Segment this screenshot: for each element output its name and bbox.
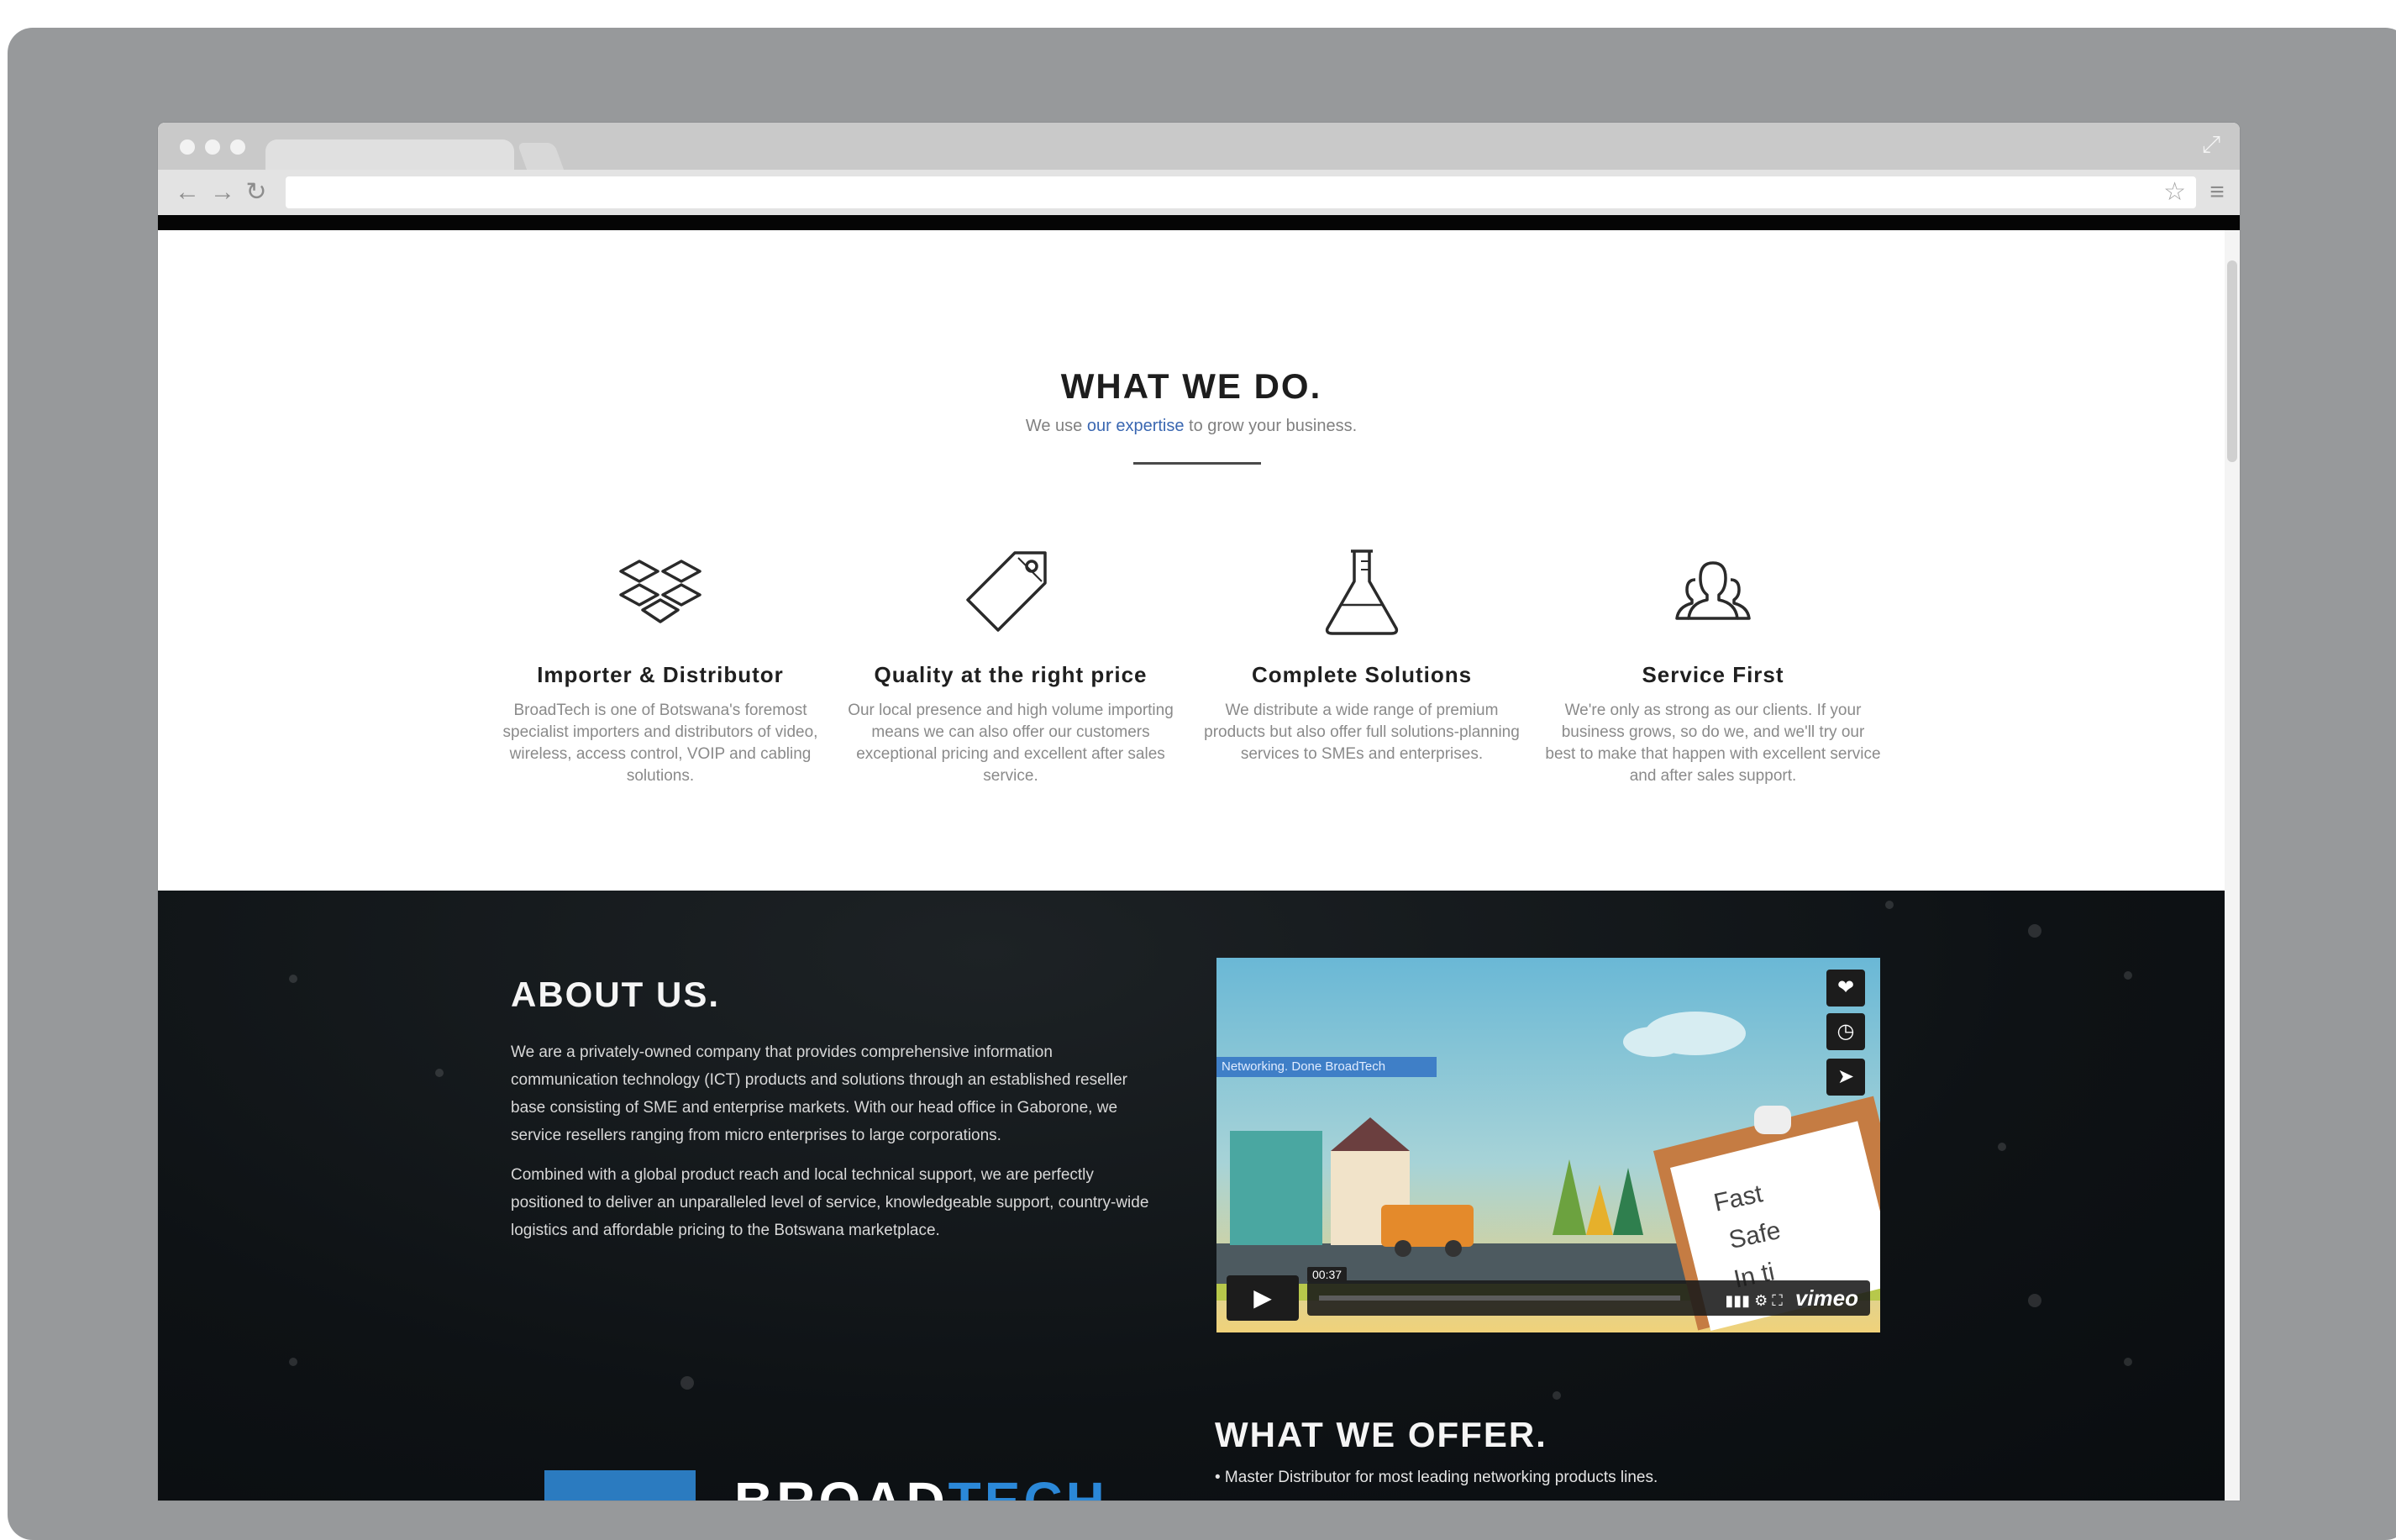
background-sparkle — [1885, 901, 1894, 909]
title-underline — [1133, 462, 1261, 465]
video-progress-bar[interactable]: ▮▮▮ ⚙ ⛶ vimeo — [1307, 1280, 1870, 1316]
feature-title: Quality at the right price — [874, 662, 1148, 687]
back-icon[interactable]: ← — [173, 176, 202, 208]
company-logo: BROADTECH — [734, 1470, 1108, 1501]
background-sparkle — [680, 1376, 694, 1390]
dropbox-boxes-icon — [619, 560, 701, 623]
background-sparkle — [435, 1069, 444, 1077]
about-paragraph: Combined with a global product reach and… — [511, 1166, 1149, 1239]
video-controls: ▶ ▮▮▮ ⚙ ⛶ vimeo 00:37 — [1227, 1267, 1870, 1321]
window-minimize-dot[interactable] — [205, 139, 220, 155]
offer-title: WHAT WE OFFER. — [1215, 1415, 1547, 1454]
volume-icon[interactable]: ▮▮▮ — [1725, 1292, 1750, 1309]
forward-icon[interactable]: → — [208, 176, 237, 208]
feature-service: Service First We're only as strong as ou… — [1545, 546, 1881, 787]
what-we-do-section: WHAT WE DO. We use our expertise to grow… — [158, 230, 2225, 891]
new-tab-button[interactable] — [517, 143, 565, 173]
about-title: ABOUT US. — [511, 975, 720, 1014]
feature-solutions: Complete Solutions We distribute a wide … — [1194, 546, 1530, 765]
scrollbar-thumb[interactable] — [2227, 260, 2237, 462]
offer-item: • Master Distributor for most leading ne… — [1215, 1469, 1658, 1486]
share-icon[interactable]: ➤ — [1826, 1059, 1865, 1096]
fullscreen-toggle-icon[interactable]: ⛶ — [1772, 1292, 1783, 1309]
video-banner: Networking. Done BroadTech — [1216, 1057, 1437, 1077]
feature-quality: Quality at the right price Our local pre… — [843, 546, 1179, 787]
feature-title: Importer & Distributor — [537, 662, 784, 687]
browser-menu-icon[interactable]: ≡ — [2203, 176, 2231, 208]
background-sparkle — [1998, 1143, 2006, 1151]
feature-text: BroadTech is one of Botswana's foremost … — [502, 702, 818, 785]
feature-text: Our local presence and high volume impor… — [848, 702, 1174, 785]
background-sparkle — [2028, 1294, 2041, 1307]
progress-track[interactable] — [1319, 1296, 1680, 1301]
reload-icon[interactable]: ↻ — [242, 176, 271, 208]
feature-title: Complete Solutions — [1251, 662, 1473, 687]
background-sparkle — [2028, 924, 2041, 938]
site-header-strip — [158, 215, 2240, 230]
browser-tab[interactable] — [265, 139, 514, 173]
video-time: 00:37 — [1307, 1267, 1348, 1282]
settings-icon[interactable]: ⚙ — [1754, 1292, 1768, 1309]
about-section: ABOUT US. We are a privately-owned compa… — [158, 891, 2225, 1501]
expertise-link[interactable]: our expertise — [1087, 417, 1185, 435]
flask-icon — [1325, 549, 1399, 635]
bookmark-star-icon[interactable]: ☆ — [2163, 176, 2186, 208]
like-icon[interactable]: ❤ — [1826, 970, 1865, 1007]
address-bar[interactable]: ☆ — [286, 176, 2196, 208]
background-sparkle — [289, 1358, 297, 1366]
window-maximize-dot[interactable] — [230, 139, 245, 155]
video-tools: ▮▮▮ ⚙ ⛶ vimeo — [1725, 1280, 1858, 1316]
play-icon[interactable]: ▶ — [1227, 1275, 1299, 1321]
watch-later-icon[interactable]: ◷ — [1826, 1013, 1865, 1050]
video-player[interactable]: Networking. Done BroadTech Fast Safe In … — [1216, 958, 1880, 1332]
subtitle-post: to grow your business. — [1184, 417, 1358, 435]
about-paragraph: We are a privately-owned company that pr… — [511, 1043, 1128, 1144]
feature-title: Service First — [1642, 662, 1784, 687]
what-we-do-subtitle: We use our expertise to grow your busine… — [158, 417, 2225, 436]
price-tag-icon — [966, 551, 1047, 632]
feature-text: We distribute a wide range of premium pr… — [1204, 702, 1520, 763]
what-we-do-title: WHAT WE DO. — [1060, 366, 1322, 406]
users-icon — [1675, 561, 1751, 620]
background-sparkle — [2124, 971, 2132, 980]
background-sparkle — [1553, 1391, 1561, 1400]
vimeo-logo[interactable]: vimeo — [1795, 1285, 1858, 1311]
browser-toolbar: ← → ↻ ☆ ≡ — [158, 170, 2240, 215]
background-sparkle — [2124, 1358, 2132, 1366]
subtitle-pre: We use — [1025, 417, 1087, 435]
logo-mark — [544, 1470, 696, 1501]
window-close-dot[interactable] — [180, 139, 195, 155]
browser-titlebar: ⤢ — [158, 123, 2240, 173]
background-sparkle — [289, 975, 297, 983]
logo-part: TECH — [948, 1471, 1108, 1501]
browser-window: ⤢ ← → ↻ ☆ ≡ WHAT WE DO. We use our exper… — [158, 123, 2240, 1501]
fullscreen-icon[interactable]: ⤢ — [2198, 131, 2225, 158]
logo-part: BROAD — [734, 1471, 948, 1501]
feature-text: We're only as strong as our clients. If … — [1545, 702, 1881, 785]
feature-importer: Importer & Distributor BroadTech is one … — [492, 546, 828, 787]
